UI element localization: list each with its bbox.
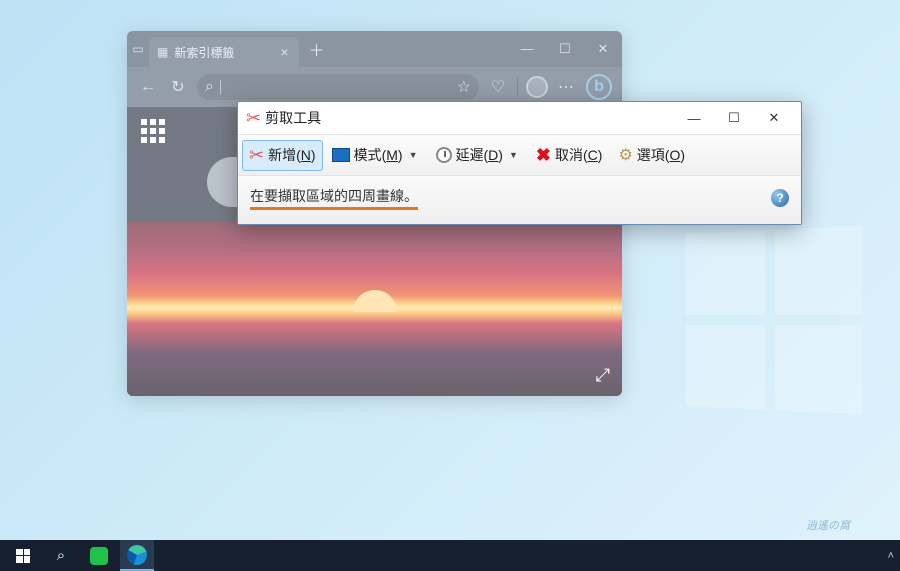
browser-tab[interactable]: ▦ 新索引標籤 × [149,37,299,67]
taskbar-search-button[interactable]: ⌕ [44,540,78,571]
refresh-button[interactable]: ↻ [167,76,189,98]
taskbar: ⌕ ˄ [0,540,900,571]
address-cursor [220,80,221,94]
watermark-text: 逍遙の窩 [806,517,850,533]
window-maximize-button[interactable]: ☐ [546,41,584,57]
favorites-heart-icon[interactable]: ♡ [487,76,509,98]
chevron-down-icon: ▼ [407,150,420,160]
snip-maximize-button[interactable]: ☐ [715,106,753,130]
scissors-icon: ✂ [246,108,261,129]
snip-new-button[interactable]: ✂ 新增(N) [242,140,323,171]
edge-app-icon [127,545,147,565]
profile-avatar[interactable] [526,76,548,98]
snip-minimize-button[interactable]: — [675,106,713,130]
tab-actions-button[interactable]: ▭ [127,38,149,60]
snip-cancel-button[interactable]: ✖ 取消(C) [529,140,610,171]
browser-titlebar: ▭ ▦ 新索引標籤 × ＋ — ☐ ✕ [127,31,622,67]
snipping-tool-window: ✂ 剪取工具 — ☐ ✕ ✂ 新增(N) 模式(M) ▼ 延遲(D) ▼ ✖ 取… [237,101,802,225]
cancel-x-icon: ✖ [536,145,551,166]
window-close-button[interactable]: ✕ [584,41,622,57]
snip-instruction-text: 在要擷取區域的四周畫線。 [250,186,418,210]
search-icon: ⌕ [205,78,214,96]
snip-toolbar: ✂ 新增(N) 模式(M) ▼ 延遲(D) ▼ ✖ 取消(C) ⚙ 選項(O) [238,134,801,176]
snip-delay-button[interactable]: 延遲(D) ▼ [429,140,527,170]
snip-close-button[interactable]: ✕ [755,106,793,130]
taskbar-app-edge[interactable] [120,540,154,571]
back-button[interactable]: ← [137,76,159,98]
more-menu-button[interactable]: ⋯ [556,76,578,98]
desktop-windows-logo [686,226,862,415]
background-image [127,222,622,396]
tab-title: 新索引標籤 [174,44,234,61]
tab-page-icon: ▦ [157,45,168,59]
toolbar-separator [517,77,518,97]
snip-title-text: 剪取工具 [265,108,321,128]
taskbar-app-line[interactable] [82,540,116,571]
tab-close-button[interactable]: × [280,44,288,60]
new-tab-button[interactable]: ＋ [309,37,325,61]
tray-overflow-icon[interactable]: ˄ [888,550,894,562]
scissors-icon: ✂ [249,145,264,166]
gear-icon: ⚙ [618,145,632,165]
snip-titlebar: ✂ 剪取工具 — ☐ ✕ [238,102,801,134]
snip-mode-button[interactable]: 模式(M) ▼ [325,140,427,170]
favorite-star-icon[interactable]: ☆ [457,77,471,97]
snip-message-bar: 在要擷取區域的四周畫線。 ? [238,176,801,224]
chevron-down-icon: ▼ [507,150,520,160]
bing-sidebar-button[interactable]: b [586,74,612,100]
snip-options-button[interactable]: ⚙ 選項(O) [611,140,692,170]
address-bar[interactable]: ⌕ ☆ [197,74,479,100]
system-tray[interactable]: ˄ [888,550,894,562]
start-button[interactable] [6,540,40,571]
help-icon[interactable]: ? [771,189,789,207]
line-app-icon [90,547,108,565]
clock-icon [436,147,452,163]
mode-rectangle-icon [332,148,350,162]
sun-graphic [353,290,397,312]
app-launcher-icon[interactable] [141,119,165,143]
expand-fullscreen-icon[interactable]: ⤢ [596,365,610,386]
search-icon: ⌕ [57,547,65,564]
window-minimize-button[interactable]: — [508,41,546,57]
